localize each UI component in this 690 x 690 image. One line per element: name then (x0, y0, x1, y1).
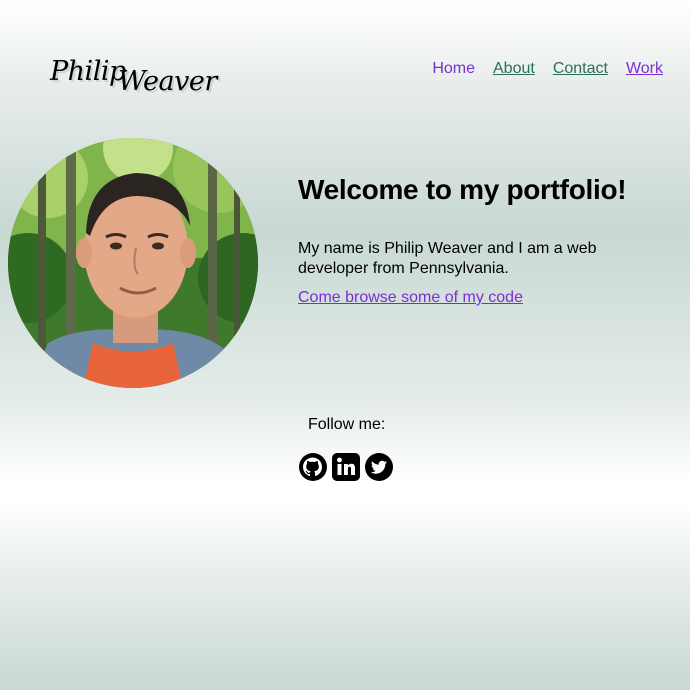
site-logo[interactable]: Philip Weaver (50, 54, 220, 104)
intro-text: My name is Philip Weaver and I am a web … (298, 240, 597, 277)
social-links (298, 452, 394, 482)
logo-first-name: Philip (50, 56, 126, 87)
follow-label: Follow me: (308, 416, 386, 433)
logo-last-name: Weaver (118, 66, 217, 97)
profile-photo (8, 138, 258, 388)
nav-work-link[interactable]: Work (626, 60, 663, 78)
nav-home-link[interactable]: Home (432, 60, 475, 78)
browse-code-link[interactable]: Come browse some of my code (298, 289, 523, 307)
github-icon[interactable] (298, 452, 328, 482)
page-title: Welcome to my portfolio! (298, 174, 627, 205)
twitter-icon[interactable] (364, 452, 394, 482)
linkedin-icon[interactable] (331, 452, 361, 482)
main-nav: Home About Contact Work (432, 60, 663, 78)
nav-about-link[interactable]: About (493, 60, 535, 78)
nav-contact-link[interactable]: Contact (553, 60, 608, 78)
